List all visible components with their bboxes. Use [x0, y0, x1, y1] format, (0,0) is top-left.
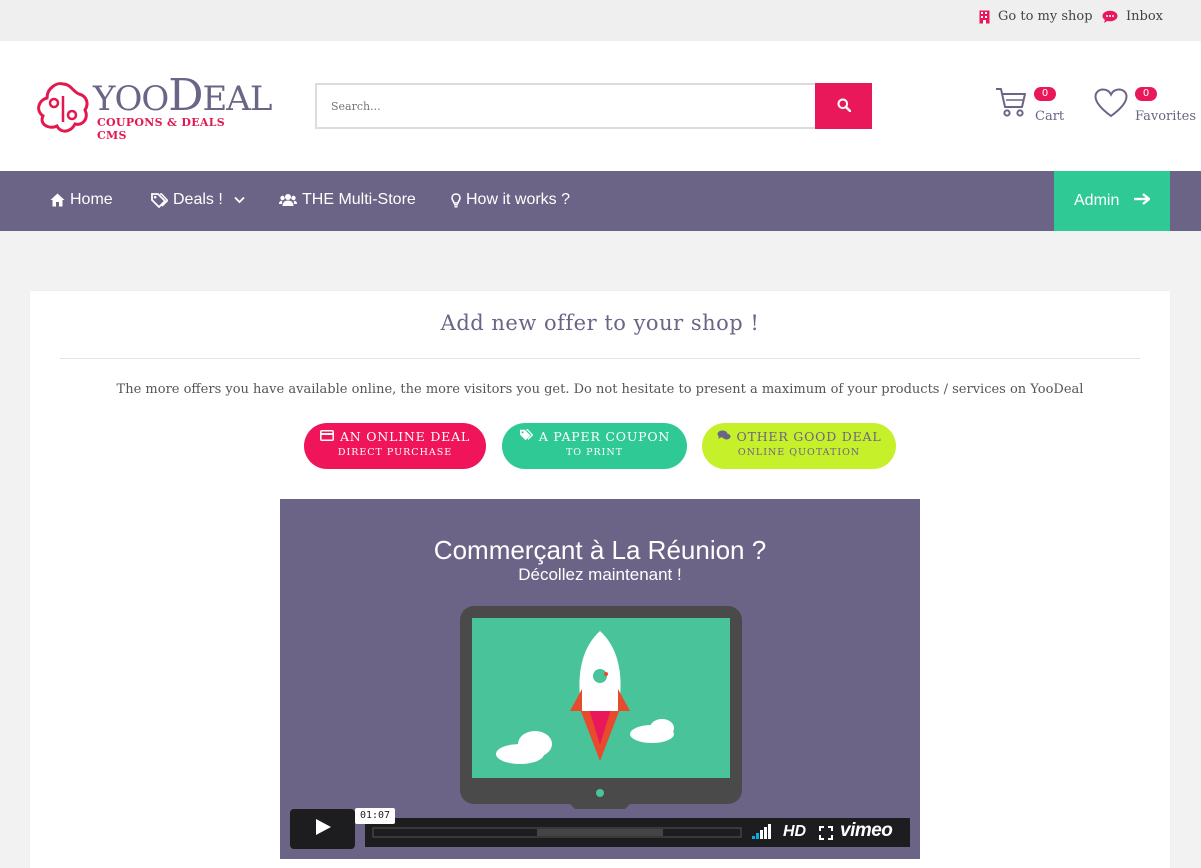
search-box [315, 83, 817, 129]
nav-item-multi-store[interactable]: THE Multi-Store [279, 191, 416, 209]
paper-coupon-button[interactable]: A PAPER COUPON TO PRINT [502, 423, 687, 469]
nav-label-home: Home [70, 191, 113, 208]
admin-button[interactable]: Admin [1054, 171, 1170, 231]
other-good-deal-sublabel: ONLINE QUOTATION [737, 447, 861, 458]
nav-label-how-it-works: How it works ? [466, 191, 571, 208]
nav-item-deals[interactable]: Deals ! [151, 191, 245, 209]
fullscreen-icon[interactable] [819, 825, 833, 844]
logo-subtitle: COUPONS & DEALS CMS [97, 116, 226, 142]
top-utility-bar: Go to my shop Inbox [0, 0, 1201, 41]
online-deal-label: AN ONLINE DEAL [339, 429, 471, 444]
yoodeal-logo[interactable]: YOODEAL COUPONS & DEALS CMS [33, 74, 272, 142]
credit-card-icon [320, 429, 334, 444]
other-good-deal-label: OTHER GOOD DEAL [736, 429, 882, 444]
cart-icon [995, 88, 1027, 122]
logo-word-big-letter: D [168, 70, 203, 121]
nav-item-how-it-works[interactable]: How it works ? [451, 191, 570, 209]
other-good-deal-button[interactable]: OTHER GOOD DEAL ONLINE QUOTATION [702, 423, 896, 469]
title-divider [60, 358, 1140, 359]
chat-icon [1102, 10, 1118, 23]
play-icon [314, 818, 332, 840]
cart-button[interactable] [995, 86, 1027, 122]
page-description: The more offers you have available onlin… [116, 382, 1084, 397]
favorites-count-badge: 0 [1135, 87, 1157, 101]
search-icon [837, 97, 851, 116]
users-icon [279, 193, 297, 207]
chevron-down-icon [234, 196, 245, 204]
online-deal-sublabel: DIRECT PURCHASE [337, 447, 453, 458]
site-header: YOODEAL COUPONS & DEALS CMS 0 Cart 0 Fav… [0, 41, 1201, 171]
logo-wordmark: YOODEAL [93, 74, 272, 120]
rocket-illustration [460, 606, 742, 809]
search-input[interactable] [317, 85, 815, 127]
go-to-my-shop-link[interactable]: Go to my shop [979, 9, 1093, 24]
hd-toggle[interactable]: HD [783, 823, 806, 841]
tags-icon [151, 192, 168, 208]
comments-icon [717, 429, 731, 444]
cart-label[interactable]: Cart [1035, 109, 1064, 124]
search-button[interactable] [815, 83, 872, 129]
promo-video-player[interactable]: Commerçant à La Réunion ? Décollez maint… [280, 499, 920, 859]
favorites-button[interactable] [1094, 88, 1128, 122]
nav-item-home[interactable]: Home [50, 191, 113, 209]
logo-mark-icon [37, 82, 89, 133]
add-offer-panel: Add new offer to your shop ! The more of… [30, 291, 1170, 868]
favorites-label[interactable]: Favorites [1135, 109, 1196, 124]
main-navigation: Home Deals ! THE Multi-Store How it work… [0, 171, 1201, 231]
admin-label: Admin [1074, 192, 1120, 209]
video-time-badge: 01:07 [355, 808, 395, 824]
cart-count-badge: 0 [1034, 87, 1056, 101]
tags-icon [519, 429, 534, 444]
lightbulb-icon [451, 192, 461, 208]
go-to-my-shop-label: Go to my shop [998, 9, 1093, 24]
arrow-right-icon [1133, 192, 1152, 210]
online-deal-button[interactable]: AN ONLINE DEAL DIRECT PURCHASE [304, 423, 486, 469]
paper-coupon-label: A PAPER COUPON [538, 429, 671, 444]
logo-word-suffix: EAL [202, 79, 272, 119]
shop-icon [979, 10, 990, 24]
inbox-link[interactable]: Inbox [1102, 9, 1163, 24]
logo-word-prefix: YOO [93, 79, 169, 119]
page-title: Add new offer to your shop ! [440, 311, 760, 335]
play-button[interactable] [290, 809, 355, 849]
paper-coupon-sublabel: TO PRINT [565, 447, 624, 458]
home-icon [50, 193, 65, 207]
heart-icon [1094, 88, 1128, 122]
vimeo-logo[interactable]: vimeo [840, 820, 893, 842]
nav-label-deals: Deals ! [173, 191, 223, 208]
inbox-label: Inbox [1126, 9, 1163, 24]
nav-label-multi-store: THE Multi-Store [302, 191, 416, 208]
